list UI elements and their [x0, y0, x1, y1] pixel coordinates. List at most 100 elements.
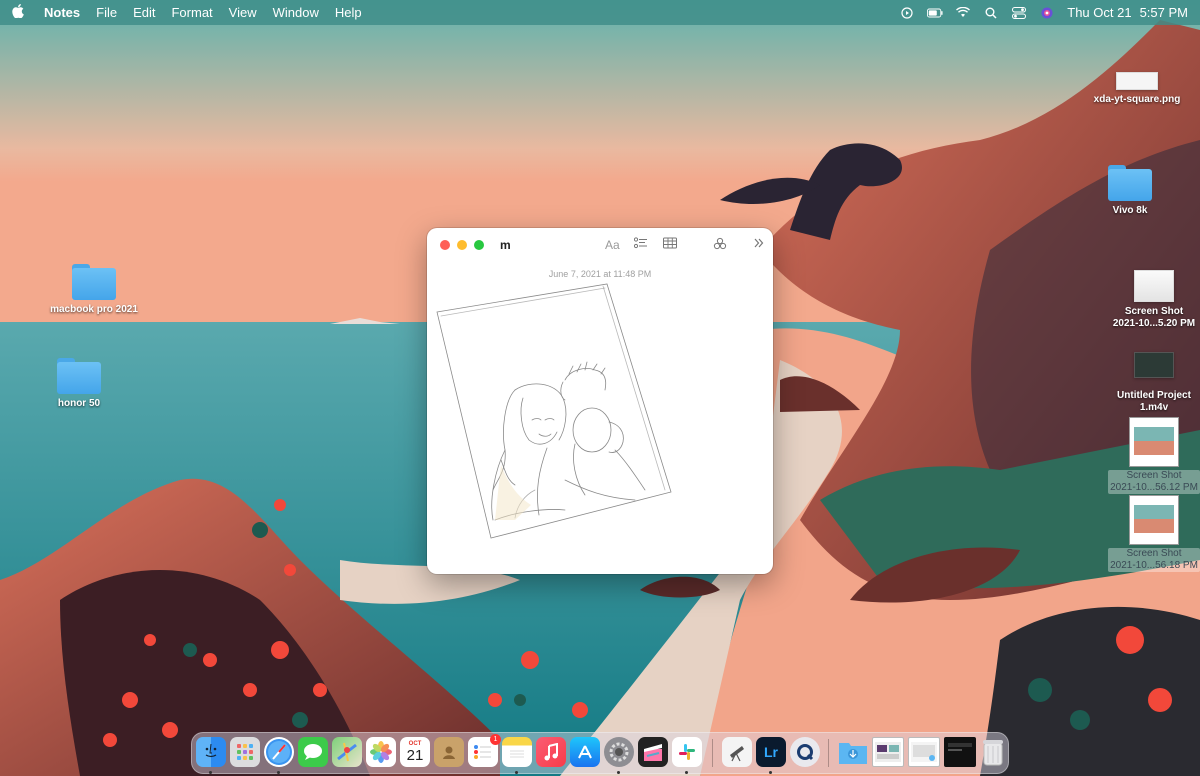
folder-icon: [1108, 165, 1152, 201]
dock-system-preferences[interactable]: [604, 737, 634, 767]
label-line-2: 2021-10...56.18 PM: [1110, 560, 1198, 571]
close-button[interactable]: [440, 240, 450, 250]
menu-bar: Notes File Edit Format View Window Help …: [0, 0, 1200, 25]
menu-view[interactable]: View: [221, 5, 265, 20]
folder-icon: [72, 264, 116, 300]
menu-bar-clock[interactable]: Thu Oct 21 5:57 PM: [1067, 5, 1188, 20]
dock-lightroom[interactable]: Lr: [756, 737, 786, 767]
spotlight-icon[interactable]: [983, 5, 999, 21]
slack-icon: [679, 744, 695, 760]
zoom-button[interactable]: [474, 240, 484, 250]
apple-icon[interactable]: [0, 4, 36, 21]
wifi-icon[interactable]: [955, 5, 971, 21]
menu-format[interactable]: Format: [163, 5, 220, 20]
telescope-icon: [730, 746, 744, 762]
running-indicator: [769, 771, 772, 774]
clock-date: Thu Oct 21: [1067, 5, 1132, 20]
menu-file[interactable]: File: [88, 5, 125, 20]
desktop-item-label: Screen Shot 2021-10...56.18 PM: [1108, 548, 1200, 572]
dock-trash[interactable]: [978, 737, 1008, 767]
dock-reminders[interactable]: 1: [468, 734, 501, 767]
screenshot-dark-icon: [948, 743, 972, 751]
battery-icon[interactable]: [927, 5, 943, 21]
desktop-file-screenshot-2[interactable]: Screen Shot 2021-10...56.12 PM: [1094, 418, 1200, 494]
desktop-item-label: macbook pro 2021: [50, 304, 138, 315]
label-line-1: Screen Shot: [1124, 306, 1184, 317]
downloads-folder-icon: [839, 743, 867, 764]
dock-screenshot-stack[interactable]: [872, 737, 904, 767]
notes-window[interactable]: m Aa June 7, 2021 at 11:48 PM: [427, 228, 773, 574]
dock-downloads-folder[interactable]: [838, 737, 868, 767]
running-indicator: [277, 771, 280, 774]
gear-icon: [609, 742, 629, 762]
image-file-icon: [1116, 72, 1158, 90]
dock-notes[interactable]: [502, 737, 532, 767]
minimize-button[interactable]: [457, 240, 467, 250]
dock-screenshot-dark[interactable]: [944, 737, 976, 767]
dock-quicktime[interactable]: [790, 737, 820, 767]
screenshot-stack-icon: [875, 742, 901, 762]
app-store-icon: [578, 745, 592, 759]
running-indicator: [209, 771, 212, 774]
menu-edit[interactable]: Edit: [125, 5, 163, 20]
running-indicator: [515, 771, 518, 774]
label-line-1: Untitled Project: [1117, 390, 1191, 401]
siri-icon[interactable]: [1039, 5, 1055, 21]
label-line-1: Screen Shot: [1126, 470, 1182, 481]
dock-calendar[interactable]: OCT 21: [400, 737, 430, 767]
control-center-icon[interactable]: [1011, 5, 1027, 21]
checklist-icon[interactable]: [633, 237, 648, 252]
dock-final-cut-pro[interactable]: [638, 737, 668, 767]
share-collaborate-icon[interactable]: [713, 237, 727, 253]
running-indicator: [685, 771, 688, 774]
dock-slack[interactable]: [672, 737, 702, 767]
menu-window[interactable]: Window: [265, 5, 327, 20]
music-note-icon: [544, 743, 558, 761]
finder-icon: [205, 743, 217, 758]
screenshot-thumbnail-icon: [1130, 496, 1178, 544]
dock-pixelmator[interactable]: [722, 737, 752, 767]
label-line-2: 1.m4v: [1139, 402, 1169, 413]
menu-help[interactable]: Help: [327, 5, 370, 20]
maps-icon: [337, 742, 357, 762]
desktop-file-screenshot-3[interactable]: Screen Shot 2021-10...56.18 PM: [1094, 496, 1200, 572]
label-line-1: Screen Shot: [1126, 548, 1182, 559]
desktop-file-screenshot-1[interactable]: Screen Shot 2021-10...5.20 PM: [1094, 270, 1200, 330]
dock-photos[interactable]: [366, 737, 396, 767]
window-title: m: [500, 238, 511, 252]
dock-safari[interactable]: [264, 737, 294, 767]
desktop-file-untitled-project[interactable]: Untitled Project 1.m4v: [1094, 352, 1200, 414]
desktop-item-label: Screen Shot 2021-10...5.20 PM: [1113, 306, 1195, 330]
dock-contacts[interactable]: [434, 737, 464, 767]
desktop-file-xda-yt-square[interactable]: xda-yt-square.png: [1077, 72, 1197, 106]
dock-music[interactable]: [536, 737, 566, 767]
desktop-item-label: Vivo 8k: [1112, 205, 1148, 216]
photos-flower-icon: [370, 741, 392, 763]
desktop-folder-macbook-pro-2021[interactable]: macbook pro 2021: [34, 264, 154, 316]
note-date: June 7, 2021 at 11:48 PM: [548, 269, 652, 279]
chevron-more-icon[interactable]: [754, 237, 764, 252]
desktop-item-label: xda-yt-square.png: [1093, 94, 1181, 105]
table-icon[interactable]: [663, 237, 677, 252]
contacts-icon: [443, 746, 455, 759]
dock-app-store[interactable]: [570, 737, 600, 767]
desktop-folder-vivo-8k[interactable]: Vivo 8k: [1070, 165, 1190, 217]
desktop-folder-honor-50[interactable]: honor 50: [19, 358, 139, 410]
dock-screenshot-window[interactable]: [908, 737, 940, 767]
messages-bubble-icon: [304, 744, 322, 760]
clapperboard-icon: [644, 744, 662, 761]
play-icon[interactable]: [899, 5, 915, 21]
dock: OCT 21 1 Lr: [191, 732, 1009, 774]
dock-finder[interactable]: [196, 737, 226, 767]
menu-app-notes[interactable]: Notes: [36, 5, 88, 20]
dock-maps[interactable]: [332, 737, 362, 767]
screenshot-thumbnail-icon: [1134, 270, 1174, 302]
dock-launchpad[interactable]: [230, 737, 260, 767]
dock-messages[interactable]: [298, 737, 328, 767]
window-titlebar[interactable]: m Aa: [427, 228, 773, 262]
safari-compass-icon: [266, 739, 292, 765]
desktop-item-label: Untitled Project 1.m4v: [1117, 390, 1191, 414]
screenshot-icon: [911, 742, 937, 762]
format-button[interactable]: Aa: [605, 238, 620, 252]
label-line-2: 2021-10...56.12 PM: [1110, 482, 1198, 493]
